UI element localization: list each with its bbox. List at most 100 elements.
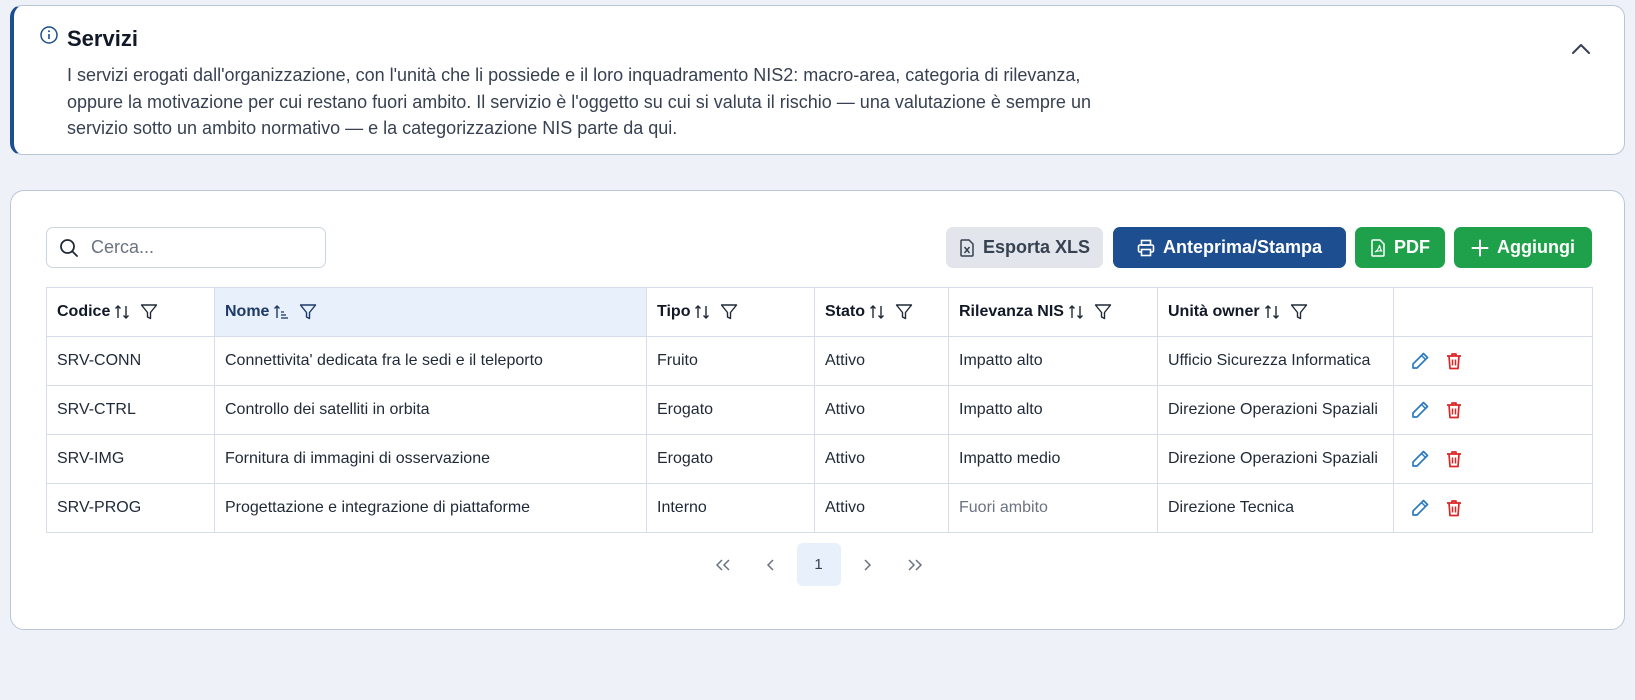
cell-actions (1393, 483, 1593, 533)
cell-codice: SRV-CONN (46, 336, 215, 386)
filter-icon[interactable] (1094, 303, 1112, 321)
cell-stato: Attivo (814, 434, 949, 484)
chevron-up-icon (1571, 43, 1591, 55)
export-xls-label: Esporta XLS (982, 237, 1091, 257)
cell-rilevanza: Impatto alto (948, 336, 1158, 386)
panel-title: Servizi (67, 26, 138, 51)
print-preview-label: Anteprima/Stampa (1162, 237, 1323, 257)
sort-icon[interactable] (694, 303, 710, 321)
plus-icon (1471, 239, 1489, 257)
pagination: 1 (11, 543, 1626, 586)
cell-codice: SRV-CTRL (46, 385, 215, 435)
cell-tipo: Interno (646, 483, 815, 533)
filter-icon[interactable] (720, 303, 738, 321)
cell-codice: SRV-IMG (46, 434, 215, 484)
previous-page-button[interactable] (749, 543, 793, 586)
column-header-actions (1393, 287, 1593, 337)
page-button-current[interactable]: 1 (796, 543, 841, 586)
table-row[interactable]: SRV-CTRL Controllo dei satelliti in orbi… (46, 385, 1593, 435)
cell-tipo: Erogato (646, 434, 815, 484)
chevron-right-icon (862, 558, 872, 571)
filter-icon[interactable] (299, 303, 317, 321)
cell-nome: Progettazione e integrazione di piattafo… (214, 483, 647, 533)
column-header-rilevanza[interactable]: Rilevanza NIS (948, 287, 1158, 337)
column-label-tipo: Tipo (657, 303, 691, 320)
table-row[interactable]: SRV-IMG Fornitura di immagini di osserva… (46, 434, 1593, 484)
pencil-icon[interactable] (1410, 400, 1430, 420)
cell-rilevanza: Impatto alto (948, 385, 1158, 435)
info-icon (39, 25, 59, 45)
pdf-button[interactable]: PDF (1355, 227, 1445, 268)
pdf-file-icon (1370, 238, 1386, 257)
trash-icon[interactable] (1444, 449, 1464, 469)
cell-actions (1393, 434, 1593, 484)
add-label: Aggiungi (1497, 237, 1575, 257)
filter-icon[interactable] (895, 303, 913, 321)
column-header-tipo[interactable]: Tipo (646, 287, 815, 337)
table-row[interactable]: SRV-CONN Connettivita' dedicata fra le s… (46, 336, 1593, 386)
cell-stato: Attivo (814, 336, 949, 386)
pencil-icon[interactable] (1410, 351, 1430, 371)
cell-unita: Direzione Operazioni Spaziali (1157, 434, 1394, 484)
search-icon (59, 238, 79, 258)
sort-icon[interactable] (869, 303, 885, 321)
cell-nome: Connettivita' dedicata fra le sedi e il … (214, 336, 647, 386)
cell-actions (1393, 336, 1593, 386)
panel-description: I servizi erogati dall'organizzazione, c… (67, 65, 1091, 138)
table-header-row: Codice Nome Tipo Stato Rilevanza NIS Uni… (46, 287, 1593, 337)
cell-tipo: Fruito (646, 336, 815, 386)
next-page-button[interactable] (845, 543, 889, 586)
pdf-label: PDF (1394, 237, 1430, 257)
search-input[interactable] (91, 237, 291, 258)
cell-unita: Direzione Operazioni Spaziali (1157, 385, 1394, 435)
chevron-left-icon (766, 558, 776, 571)
info-panel: Servizi I servizi erogati dall'organizza… (10, 5, 1625, 155)
cell-codice: SRV-PROG (46, 483, 215, 533)
pencil-icon[interactable] (1410, 449, 1430, 469)
services-table: Codice Nome Tipo Stato Rilevanza NIS Uni… (46, 287, 1593, 533)
column-header-stato[interactable]: Stato (814, 287, 949, 337)
print-preview-button[interactable]: Anteprima/Stampa (1113, 227, 1346, 268)
column-label-rilevanza: Rilevanza NIS (959, 303, 1064, 320)
cell-rilevanza: Impatto medio (948, 434, 1158, 484)
services-card: Esporta XLS Anteprima/Stampa PDF Aggiung… (10, 190, 1625, 630)
column-label-codice: Codice (57, 303, 111, 320)
column-label-stato: Stato (825, 303, 865, 320)
first-page-button[interactable] (701, 543, 745, 586)
add-button[interactable]: Aggiungi (1454, 227, 1592, 268)
filter-icon[interactable] (140, 303, 158, 321)
cell-nome: Controllo dei satelliti in orbita (214, 385, 647, 435)
double-chevron-right-icon (907, 558, 923, 571)
sort-icon[interactable] (114, 303, 130, 321)
last-page-button[interactable] (893, 543, 937, 586)
cell-actions (1393, 385, 1593, 435)
trash-icon[interactable] (1444, 351, 1464, 371)
trash-icon[interactable] (1444, 400, 1464, 420)
sort-icon[interactable] (1264, 303, 1280, 321)
collapse-button[interactable] (1568, 36, 1594, 62)
cell-tipo: Erogato (646, 385, 815, 435)
sort-icon[interactable] (1068, 303, 1084, 321)
cell-stato: Attivo (814, 483, 949, 533)
services-table-wrap: Codice Nome Tipo Stato Rilevanza NIS Uni… (46, 287, 1593, 533)
cell-rilevanza: Fuori ambito (948, 483, 1158, 533)
search-box (46, 227, 326, 268)
trash-icon[interactable] (1444, 498, 1464, 518)
pencil-icon[interactable] (1410, 498, 1430, 518)
column-header-unita[interactable]: Unità owner (1157, 287, 1394, 337)
filter-icon[interactable] (1290, 303, 1308, 321)
cell-unita: Direzione Tecnica (1157, 483, 1394, 533)
column-label-nome: Nome (225, 303, 270, 320)
column-label-unita: Unità owner (1168, 303, 1260, 320)
double-chevron-left-icon (715, 558, 731, 571)
excel-file-icon (959, 238, 975, 257)
table-row[interactable]: SRV-PROG Progettazione e integrazione di… (46, 483, 1593, 533)
printer-icon (1137, 239, 1155, 257)
cell-unita: Ufficio Sicurezza Informatica (1157, 336, 1394, 386)
column-header-codice[interactable]: Codice (46, 287, 215, 337)
cell-stato: Attivo (814, 385, 949, 435)
column-header-nome[interactable]: Nome (214, 287, 647, 337)
cell-nome: Fornitura di immagini di osservazione (214, 434, 647, 484)
export-xls-button[interactable]: Esporta XLS (946, 227, 1103, 268)
sort-asc-icon[interactable] (273, 303, 289, 321)
